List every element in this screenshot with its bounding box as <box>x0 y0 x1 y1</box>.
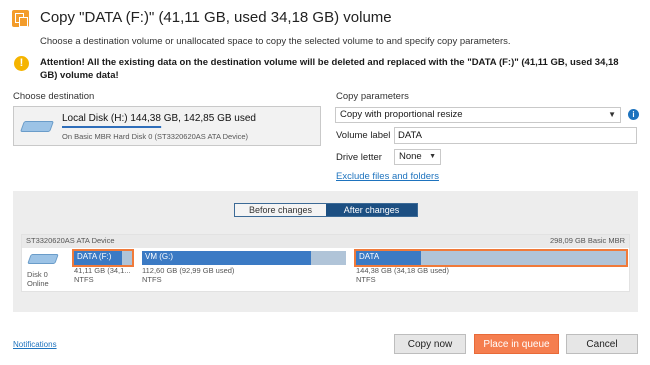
copy-parameters-label: Copy parameters <box>336 91 409 102</box>
destination-volume-name: Local Disk (H:) 144,38 GB, 142,85 GB use… <box>62 113 256 124</box>
drive-letter-value: None <box>399 151 422 162</box>
place-in-queue-button[interactable]: Place in queue <box>474 334 559 354</box>
disk-preview: Before changes After changes ST3320620AS… <box>13 191 638 312</box>
partition-size: 144,38 GB (34,18 GB used) <box>356 266 449 275</box>
partition-size: 112,60 GB (92,99 GB used) <box>142 266 235 275</box>
partition-fs: NTFS <box>356 275 376 284</box>
copy-now-button[interactable]: Copy now <box>394 334 466 354</box>
partition-info: 41,11 GB (34,1... NTFS <box>74 266 134 284</box>
destination-volume-item[interactable]: Local Disk (H:) 144,38 GB, 142,85 GB use… <box>13 106 321 146</box>
dialog-title: Copy "DATA (F:)" (41,11 GB, used 34,18 G… <box>40 9 392 26</box>
partition-label: DATA <box>359 252 380 261</box>
warning-icon: ! <box>14 56 29 71</box>
chevron-down-icon: ▼ <box>429 153 436 160</box>
disk-icon <box>27 254 59 264</box>
drive-letter-select[interactable]: None ▼ <box>394 149 441 165</box>
disk-map-header: ST3320620AS ATA Device 298,09 GB Basic M… <box>22 235 629 248</box>
chevron-down-icon: ▼ <box>608 110 616 119</box>
copy-method-select[interactable]: Copy with proportional resize ▼ <box>335 107 621 123</box>
tab-before-changes[interactable]: Before changes <box>235 204 326 216</box>
partition-data-f[interactable]: DATA (F:) <box>72 249 134 267</box>
partition-info: 112,60 GB (92,99 GB used) NTFS <box>142 266 342 284</box>
preview-toggle: Before changes After changes <box>234 203 418 217</box>
disk-map: ST3320620AS ATA Device 298,09 GB Basic M… <box>21 234 630 292</box>
volume-label-input[interactable] <box>394 127 637 144</box>
warning-text: Attention! All the existing data on the … <box>40 57 619 81</box>
volume-label-label: Volume label <box>336 130 391 141</box>
disk-info: Disk 0 Online <box>27 270 49 288</box>
disk-status: Online <box>27 279 49 288</box>
notifications-link[interactable]: Notifications <box>13 340 57 349</box>
partition-info: 144,38 GB (34,18 GB used) NTFS <box>356 266 616 284</box>
disk-icon <box>19 121 55 132</box>
cancel-button[interactable]: Cancel <box>566 334 638 354</box>
exclude-files-link[interactable]: Exclude files and folders <box>336 171 439 182</box>
dialog-subtitle: Choose a destination volume or unallocat… <box>40 36 511 47</box>
destination-usage-fill <box>62 126 161 128</box>
info-icon[interactable]: i <box>628 109 639 120</box>
copy-method-value: Copy with proportional resize <box>340 109 463 120</box>
disk-size: 298,09 GB Basic MBR <box>549 236 625 245</box>
partition-fs: NTFS <box>142 275 162 284</box>
tab-after-changes[interactable]: After changes <box>326 204 417 216</box>
drive-letter-label: Drive letter <box>336 152 382 163</box>
copy-volume-icon <box>12 10 29 27</box>
disk-name: Disk 0 <box>27 270 48 279</box>
destination-usage-bar <box>62 126 162 128</box>
device-name: ST3320620AS ATA Device <box>26 236 115 245</box>
partition-size: 41,11 GB (34,1... <box>74 266 131 275</box>
destination-volume-disk: On Basic MBR Hard Disk 0 (ST3320620AS AT… <box>62 132 249 141</box>
partition-label: DATA (F:) <box>77 252 112 261</box>
partition-data-new[interactable]: DATA <box>354 249 628 267</box>
partition-vm-g[interactable]: VM (G:) <box>142 251 346 265</box>
partition-fs: NTFS <box>74 275 94 284</box>
choose-destination-label: Choose destination <box>13 91 95 102</box>
partition-label: VM (G:) <box>145 252 173 261</box>
